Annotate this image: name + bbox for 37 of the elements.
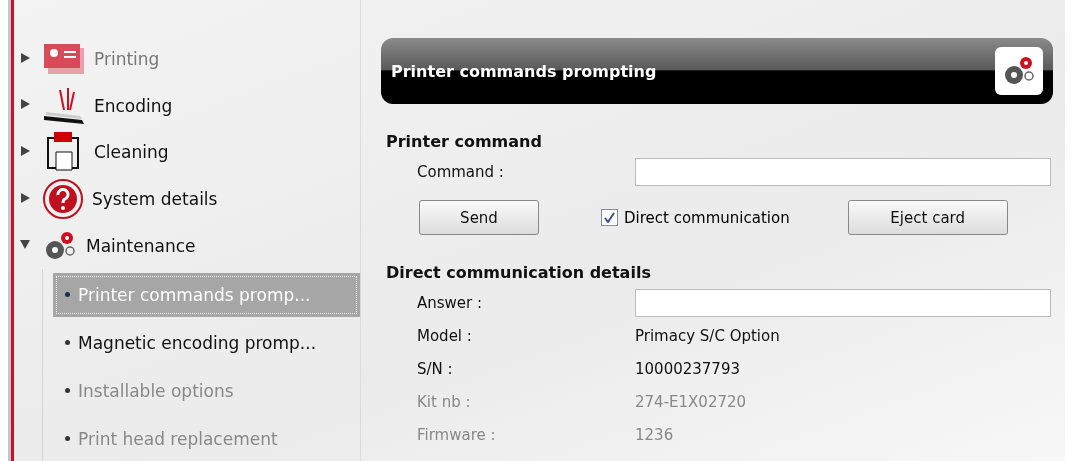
collapsed-triangle-icon[interactable] bbox=[20, 146, 30, 156]
bullet-icon bbox=[65, 436, 70, 442]
eject-card-button[interactable]: Eject card bbox=[847, 200, 1008, 235]
bullet-icon bbox=[65, 388, 70, 394]
card-encoder-icon bbox=[42, 85, 86, 126]
info-value: Primacy S/C Option bbox=[635, 326, 781, 345]
tree-item[interactable]: Cleaning bbox=[94, 142, 169, 163]
tree-item[interactable]: Maintenance bbox=[86, 235, 196, 256]
gears-icon bbox=[995, 47, 1043, 95]
field-label: Command : bbox=[417, 162, 505, 181]
info-value: 10000237793 bbox=[635, 359, 741, 378]
collapsed-triangle-icon[interactable] bbox=[20, 192, 30, 203]
checkbox-icon[interactable] bbox=[601, 209, 618, 226]
collapsed-triangle-icon[interactable] bbox=[20, 52, 30, 63]
section-heading: Direct communication details bbox=[386, 263, 652, 282]
expanded-triangle-icon[interactable] bbox=[20, 239, 30, 250]
answer-field[interactable] bbox=[635, 288, 1051, 317]
info-label: S/N : bbox=[417, 359, 454, 378]
question-icon bbox=[42, 178, 84, 221]
info-label: Model : bbox=[417, 326, 473, 345]
info-label: Kit nb : bbox=[417, 392, 472, 411]
tree-subitem[interactable]: Magnetic encoding promp... bbox=[53, 320, 360, 365]
info-value: 274-E1X02720 bbox=[635, 392, 748, 411]
send-button[interactable]: Send bbox=[419, 200, 539, 235]
tree-item[interactable]: Encoding bbox=[94, 95, 173, 116]
command-field[interactable] bbox=[635, 157, 1051, 186]
tree-item[interactable]: Printing bbox=[94, 49, 160, 70]
id-card-icon bbox=[42, 42, 86, 77]
info-value: 1236 bbox=[635, 425, 675, 444]
bullet-icon bbox=[65, 340, 70, 346]
info-label: Firmware : bbox=[417, 425, 497, 444]
panel-title: Printer commands prompting bbox=[391, 61, 657, 81]
field-label: Answer : bbox=[417, 293, 484, 312]
bullet-icon bbox=[65, 292, 70, 298]
section-heading: Printer command bbox=[386, 132, 543, 151]
tree-item[interactable]: System details bbox=[92, 189, 218, 210]
collapsed-triangle-icon[interactable] bbox=[20, 99, 30, 110]
